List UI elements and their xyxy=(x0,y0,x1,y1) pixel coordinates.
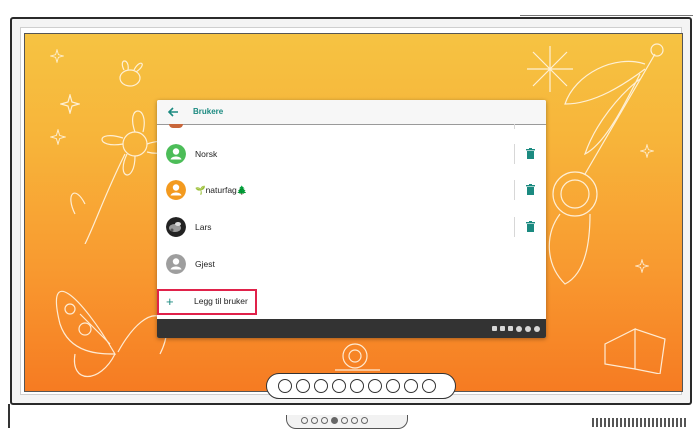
user-name: 🌱naturfag🌲 xyxy=(195,185,248,195)
user-row-naturfag[interactable]: 🌱naturfag🌲 xyxy=(157,172,546,208)
app-dock xyxy=(266,373,456,399)
plus-icon: + xyxy=(166,294,174,309)
back-arrow-icon[interactable] xyxy=(165,104,181,120)
user-name: Norsk xyxy=(195,149,218,159)
dock-slot[interactable] xyxy=(296,379,310,393)
snail-doodle xyxy=(335,343,380,371)
orange-person-icon xyxy=(166,180,186,200)
hardware-button[interactable] xyxy=(361,417,368,424)
hardware-button[interactable] xyxy=(301,417,308,424)
dock-slot[interactable] xyxy=(332,379,346,393)
photo-avatar xyxy=(166,217,186,237)
hardware-button[interactable] xyxy=(351,417,358,424)
hardware-button-panel xyxy=(286,415,408,429)
user-name: Lars xyxy=(195,222,212,232)
trash-icon[interactable] xyxy=(526,148,535,159)
scrolled-row-edge xyxy=(169,124,183,128)
row-divider xyxy=(514,217,515,237)
device-top-edge xyxy=(520,15,693,16)
system-nav-bar xyxy=(157,319,546,338)
hardware-button[interactable] xyxy=(341,417,348,424)
minimize-icon[interactable] xyxy=(525,325,531,332)
bee-doodle xyxy=(119,60,143,87)
dock-slot[interactable] xyxy=(314,379,328,393)
hardware-button[interactable] xyxy=(321,417,328,424)
dock-slots xyxy=(278,379,436,393)
hardware-button[interactable] xyxy=(331,417,338,424)
dandelion-doodle xyxy=(527,46,573,92)
green-person-icon xyxy=(166,144,186,164)
star-doodle xyxy=(50,49,64,63)
window-icon[interactable] xyxy=(508,326,513,331)
row-divider xyxy=(514,144,515,164)
dock-slot[interactable] xyxy=(368,379,382,393)
gray-person-icon xyxy=(166,254,186,274)
nav-bar-icons xyxy=(492,324,540,333)
star-doodle xyxy=(60,94,80,114)
dock-slot[interactable] xyxy=(350,379,364,393)
row-divider xyxy=(514,180,515,200)
window-icon[interactable] xyxy=(500,326,505,331)
device-stand xyxy=(8,404,14,428)
dialog-title: Brukere xyxy=(193,107,224,116)
dock-slot[interactable] xyxy=(404,379,418,393)
window-icon[interactable] xyxy=(492,326,497,331)
dock-slot[interactable] xyxy=(422,379,436,393)
star-doodle xyxy=(50,129,66,145)
star-doodle xyxy=(635,259,649,273)
star-doodle xyxy=(640,144,654,158)
close-icon[interactable] xyxy=(534,325,540,332)
add-user-label: Legg til bruker xyxy=(194,296,248,306)
book-doodle xyxy=(604,328,666,374)
user-row-norsk[interactable]: Norsk xyxy=(157,136,546,172)
user-row-lars[interactable]: Lars xyxy=(157,209,546,245)
dialog-header: Brukere xyxy=(157,100,546,125)
scrolled-row-divider xyxy=(514,124,515,129)
trash-icon[interactable] xyxy=(526,184,535,195)
add-user-button[interactable]: + Legg til bruker xyxy=(157,289,257,315)
user-row-gjest[interactable]: Gjest xyxy=(157,246,546,282)
user-name: Gjest xyxy=(195,259,215,269)
dock-slot[interactable] xyxy=(386,379,400,393)
trash-icon[interactable] xyxy=(526,221,535,232)
hardware-button[interactable] xyxy=(311,417,318,424)
dock-slot[interactable] xyxy=(278,379,292,393)
settings-icon[interactable] xyxy=(516,325,522,332)
speaker-grille xyxy=(592,418,686,427)
hardware-buttons xyxy=(301,417,368,424)
